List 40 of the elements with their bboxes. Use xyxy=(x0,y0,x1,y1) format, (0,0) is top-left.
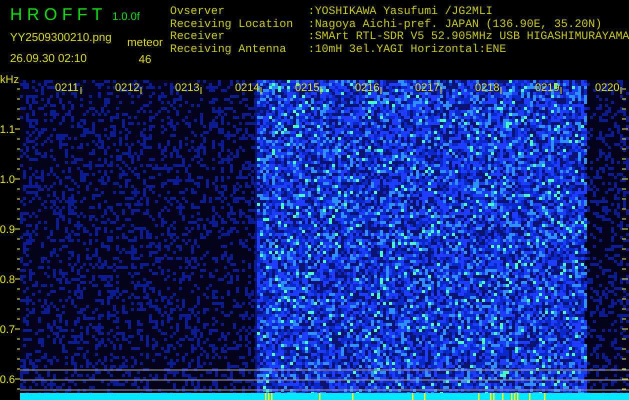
frequency-label: 1.1 xyxy=(0,124,15,136)
version-label: 1.0.0f xyxy=(112,10,140,25)
time-tick xyxy=(380,86,382,94)
frequency-label: 0.6 xyxy=(0,374,15,386)
frequency-label: 0.7 xyxy=(0,324,15,336)
info-label: Ovserver xyxy=(170,6,226,18)
time-tick xyxy=(320,86,322,94)
info-label: Receiving Antenna xyxy=(170,44,288,56)
info-label: Receiving Location xyxy=(170,18,294,30)
time-tick xyxy=(440,86,442,94)
time-tick xyxy=(500,86,502,94)
time-label: 0216 xyxy=(355,82,380,94)
time-label: 0215 xyxy=(295,82,320,94)
time-tick xyxy=(560,86,562,94)
detection-label: meteor xyxy=(127,36,163,50)
time-label: 0212 xyxy=(115,82,140,94)
detection-count: 46 xyxy=(138,52,152,68)
app-title: H R O F F T xyxy=(10,4,102,26)
info-value: :Nagoya Aichi-pref. JAPAN (136.90E, 35.20N) xyxy=(308,18,602,31)
frequency-label: 1.0 xyxy=(0,174,15,186)
frequency-label: 0.9 xyxy=(0,224,15,236)
time-tick xyxy=(620,86,622,94)
time-tick xyxy=(80,86,82,94)
info-value: :YOSHIKAWA Yasufumi /JG2MLI xyxy=(308,6,493,18)
filename-label: YY2509300210.png xyxy=(10,30,113,46)
time-label: 0219 xyxy=(535,82,560,94)
time-label: 0220 xyxy=(595,82,620,94)
time-label: 0211 xyxy=(55,82,79,94)
info-value: :SMArt RTL-SDR V5 52.905MHz USB HIGASHIMURAYAMA xyxy=(308,31,629,44)
time-label: 0217 xyxy=(415,82,440,94)
time-tick xyxy=(260,86,262,94)
datetime-label: 26.09.30 02:10 xyxy=(10,52,88,67)
frequency-label: 0.8 xyxy=(0,274,15,286)
time-tick xyxy=(200,86,202,94)
axis-unit-label: kHz xyxy=(0,75,19,86)
time-label: 0213 xyxy=(175,82,200,94)
time-tick xyxy=(140,86,142,94)
info-value: :10mH 3el.YAGI Horizontal:ENE xyxy=(308,44,506,56)
info-label: Receiver xyxy=(170,31,226,44)
time-label: 0218 xyxy=(475,82,500,94)
